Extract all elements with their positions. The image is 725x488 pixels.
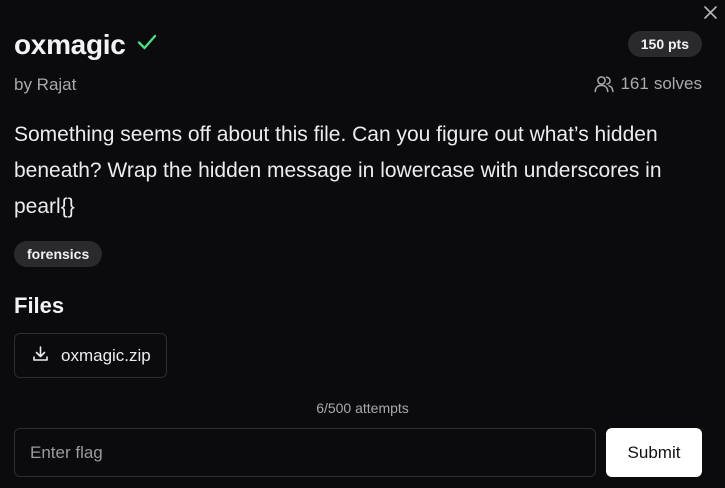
file-name: oxmagic.zip bbox=[61, 345, 151, 365]
flag-input[interactable] bbox=[14, 428, 596, 477]
solves-number: 161 bbox=[620, 74, 649, 93]
files-heading: Files bbox=[14, 293, 65, 318]
solves-label: solves bbox=[653, 74, 702, 93]
title-row: oxmagic bbox=[14, 27, 158, 63]
points-badge: 150 pts bbox=[627, 31, 702, 57]
close-button[interactable] bbox=[701, 3, 719, 21]
check-icon bbox=[136, 33, 158, 51]
close-icon[interactable] bbox=[703, 5, 717, 19]
submit-button[interactable]: Submit bbox=[606, 428, 702, 477]
challenge-author: by Rajat bbox=[14, 75, 77, 94]
download-icon bbox=[32, 345, 49, 367]
challenge-description: Something seems off about this file. Can… bbox=[14, 123, 662, 218]
users-icon bbox=[594, 75, 615, 93]
category-tag: forensics bbox=[14, 241, 103, 267]
challenge-modal: oxmagic 150 pts by Rajat 161 solves Some… bbox=[0, 0, 725, 488]
solves-count: 161 solves bbox=[594, 74, 702, 94]
attempts-counter: 6/500 attempts bbox=[316, 400, 409, 416]
file-download-button[interactable]: oxmagic.zip bbox=[14, 333, 167, 378]
challenge-title: oxmagic bbox=[14, 29, 126, 60]
